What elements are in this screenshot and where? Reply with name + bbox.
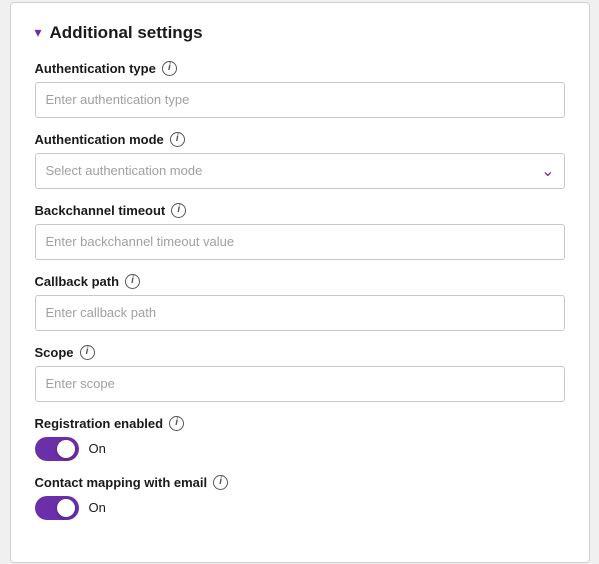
auth-type-label: Authentication type xyxy=(35,61,156,76)
scope-group: Scope i xyxy=(35,345,565,402)
registration-enabled-info-icon[interactable]: i xyxy=(169,416,184,431)
section-title: Additional settings xyxy=(50,23,203,43)
callback-path-group: Callback path i xyxy=(35,274,565,331)
registration-enabled-label-row: Registration enabled i xyxy=(35,416,565,431)
auth-mode-info-icon[interactable]: i xyxy=(170,132,185,147)
contact-mapping-toggle-row: On xyxy=(35,496,565,520)
section-header: ▾ Additional settings xyxy=(35,23,565,43)
callback-path-info-icon[interactable]: i xyxy=(125,274,140,289)
auth-type-info-icon[interactable]: i xyxy=(162,61,177,76)
registration-enabled-toggle[interactable] xyxy=(35,437,79,461)
auth-mode-label: Authentication mode xyxy=(35,132,164,147)
contact-mapping-group: Contact mapping with email i On xyxy=(35,475,565,520)
scope-input[interactable] xyxy=(35,366,565,402)
contact-mapping-toggle[interactable] xyxy=(35,496,79,520)
backchannel-timeout-input[interactable] xyxy=(35,224,565,260)
backchannel-timeout-info-icon[interactable]: i xyxy=(171,203,186,218)
auth-mode-label-row: Authentication mode i xyxy=(35,132,565,147)
registration-enabled-label: Registration enabled xyxy=(35,416,164,431)
backchannel-timeout-label: Backchannel timeout xyxy=(35,203,166,218)
registration-enabled-toggle-track xyxy=(35,437,79,461)
collapse-icon[interactable]: ▾ xyxy=(35,24,42,41)
backchannel-timeout-label-row: Backchannel timeout i xyxy=(35,203,565,218)
auth-mode-select[interactable]: Select authentication mode xyxy=(35,153,565,189)
scope-info-icon[interactable]: i xyxy=(80,345,95,360)
auth-type-input[interactable] xyxy=(35,82,565,118)
registration-enabled-toggle-row: On xyxy=(35,437,565,461)
callback-path-input[interactable] xyxy=(35,295,565,331)
additional-settings-card: ▾ Additional settings Authentication typ… xyxy=(10,2,590,563)
registration-enabled-group: Registration enabled i On xyxy=(35,416,565,461)
contact-mapping-label-row: Contact mapping with email i xyxy=(35,475,565,490)
callback-path-label-row: Callback path i xyxy=(35,274,565,289)
callback-path-label: Callback path xyxy=(35,274,120,289)
contact-mapping-toggle-track xyxy=(35,496,79,520)
auth-mode-group: Authentication mode i Select authenticat… xyxy=(35,132,565,189)
registration-enabled-on-label: On xyxy=(89,441,106,456)
auth-mode-select-wrapper: Select authentication mode ⌄ xyxy=(35,153,565,189)
contact-mapping-label: Contact mapping with email xyxy=(35,475,208,490)
backchannel-timeout-group: Backchannel timeout i xyxy=(35,203,565,260)
contact-mapping-on-label: On xyxy=(89,500,106,515)
scope-label: Scope xyxy=(35,345,74,360)
registration-enabled-toggle-thumb xyxy=(57,440,75,458)
contact-mapping-info-icon[interactable]: i xyxy=(213,475,228,490)
auth-type-group: Authentication type i xyxy=(35,61,565,118)
auth-type-label-row: Authentication type i xyxy=(35,61,565,76)
contact-mapping-toggle-thumb xyxy=(57,499,75,517)
scope-label-row: Scope i xyxy=(35,345,565,360)
